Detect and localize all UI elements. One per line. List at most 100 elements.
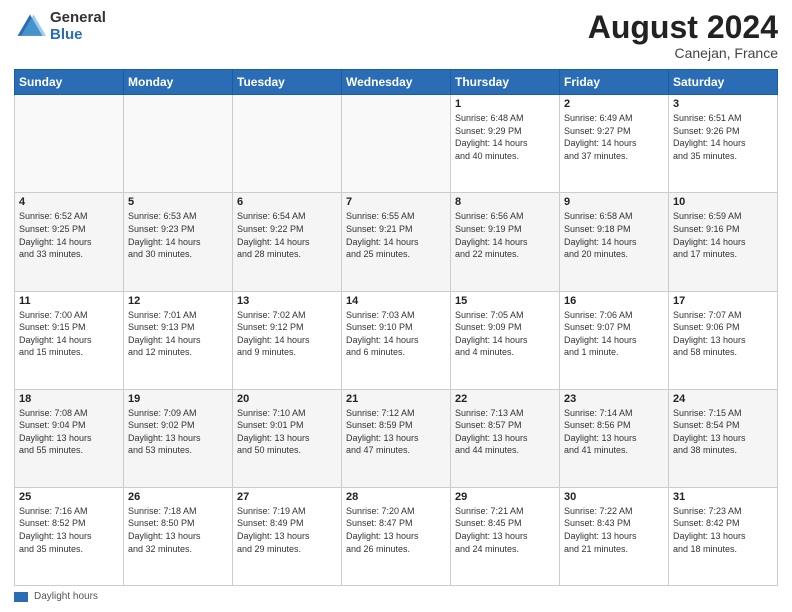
day-num-2-4: 15 [455,295,555,307]
day-info-3-6: Sunrise: 7:15 AM Sunset: 8:54 PM Dayligh… [673,407,773,457]
day-num-2-0: 11 [19,295,119,307]
cell-3-5: 23 Sunrise: 7:14 AM Sunset: 8:56 PM Dayli… [560,389,669,487]
cell-4-3: 28Sunrise: 7:20 AM Sunset: 8:47 PM Dayli… [342,487,451,585]
day-info-2-4: Sunrise: 7:05 AM Sunset: 9:09 PM Dayligh… [455,309,555,359]
logo-general: General [50,10,106,27]
cell-4-6: 31Sunrise: 7:23 AM Sunset: 8:42 PM Dayli… [669,487,778,585]
logo-blue: Blue [50,27,106,44]
day-info-1-6: Sunrise: 6:59 AM Sunset: 9:16 PM Dayligh… [673,210,773,260]
legend: Daylight hours [14,591,778,602]
logo: General Blue [14,10,106,43]
day-num-3-1: 19 [128,393,228,405]
legend-box [14,592,28,602]
day-info-2-3: Sunrise: 7:03 AM Sunset: 9:10 PM Dayligh… [346,309,446,359]
cell-4-0: 25Sunrise: 7:16 AM Sunset: 8:52 PM Dayli… [15,487,124,585]
day-info-3-0: Sunrise: 7:08 AM Sunset: 9:04 PM Dayligh… [19,407,119,457]
cell-3-1: 19 Sunrise: 7:09 AM Sunset: 9:02 PM Dayli… [124,389,233,487]
cell-0-3 [342,95,451,193]
title-block: August 2024 Canejan, France [588,10,778,61]
day-num-2-5: 16 [564,295,664,307]
day-num-4-1: 26 [128,491,228,503]
day-num-2-6: 17 [673,295,773,307]
day-num-1-2: 6 [237,196,337,208]
day-info-2-0: Sunrise: 7:00 AM Sunset: 9:15 PM Dayligh… [19,309,119,359]
cell-3-0: 18 Sunrise: 7:08 AM Sunset: 9:04 PM Dayli… [15,389,124,487]
cell-1-3: 7Sunrise: 6:55 AM Sunset: 9:21 PM Daylig… [342,193,451,291]
day-num-2-3: 14 [346,295,446,307]
day-info-4-3: Sunrise: 7:20 AM Sunset: 8:47 PM Dayligh… [346,505,446,555]
legend-label: Daylight hours [34,591,98,602]
day-num-4-5: 30 [564,491,664,503]
day-num-3-4: 22 [455,393,555,405]
day-info-1-5: Sunrise: 6:58 AM Sunset: 9:18 PM Dayligh… [564,210,664,260]
day-num-1-4: 8 [455,196,555,208]
col-saturday: Saturday [669,70,778,95]
day-info-1-0: Sunrise: 6:52 AM Sunset: 9:25 PM Dayligh… [19,210,119,260]
page: General Blue August 2024 Canejan, France… [0,0,792,612]
day-num-4-4: 29 [455,491,555,503]
week-row-2: 11 Sunrise: 7:00 AM Sunset: 9:15 PM Dayli… [15,291,778,389]
day-info-1-3: Sunrise: 6:55 AM Sunset: 9:21 PM Dayligh… [346,210,446,260]
cell-1-1: 5Sunrise: 6:53 AM Sunset: 9:23 PM Daylig… [124,193,233,291]
day-info-3-2: Sunrise: 7:10 AM Sunset: 9:01 PM Dayligh… [237,407,337,457]
cell-4-1: 26Sunrise: 7:18 AM Sunset: 8:50 PM Dayli… [124,487,233,585]
day-info-3-4: Sunrise: 7:13 AM Sunset: 8:57 PM Dayligh… [455,407,555,457]
title-month: August 2024 [588,10,778,45]
cell-0-6: 3 Sunrise: 6:51 AM Sunset: 9:26 PM Daylig… [669,95,778,193]
day-num-1-5: 9 [564,196,664,208]
cell-2-6: 17 Sunrise: 7:07 AM Sunset: 9:06 PM Dayli… [669,291,778,389]
day-num-0-5: 2 [564,98,664,110]
cell-3-2: 20Sunrise: 7:10 AM Sunset: 9:01 PM Dayli… [233,389,342,487]
day-num-2-1: 12 [128,295,228,307]
week-row-1: 4Sunrise: 6:52 AM Sunset: 9:25 PM Daylig… [15,193,778,291]
day-num-2-2: 13 [237,295,337,307]
cell-2-0: 11 Sunrise: 7:00 AM Sunset: 9:15 PM Dayli… [15,291,124,389]
header-row: Sunday Monday Tuesday Wednesday Thursday… [15,70,778,95]
day-info-0-6: Sunrise: 6:51 AM Sunset: 9:26 PM Dayligh… [673,112,773,162]
cell-3-6: 24 Sunrise: 7:15 AM Sunset: 8:54 PM Dayli… [669,389,778,487]
calendar-table: Sunday Monday Tuesday Wednesday Thursday… [14,69,778,586]
day-info-4-0: Sunrise: 7:16 AM Sunset: 8:52 PM Dayligh… [19,505,119,555]
cell-3-3: 21Sunrise: 7:12 AM Sunset: 8:59 PM Dayli… [342,389,451,487]
cell-3-4: 22 Sunrise: 7:13 AM Sunset: 8:57 PM Dayli… [451,389,560,487]
cell-1-4: 8 Sunrise: 6:56 AM Sunset: 9:19 PM Daylig… [451,193,560,291]
cell-0-4: 1 Sunrise: 6:48 AM Sunset: 9:29 PM Daylig… [451,95,560,193]
week-row-3: 18 Sunrise: 7:08 AM Sunset: 9:04 PM Dayli… [15,389,778,487]
day-info-3-5: Sunrise: 7:14 AM Sunset: 8:56 PM Dayligh… [564,407,664,457]
cell-2-1: 12 Sunrise: 7:01 AM Sunset: 9:13 PM Dayli… [124,291,233,389]
day-info-1-4: Sunrise: 6:56 AM Sunset: 9:19 PM Dayligh… [455,210,555,260]
day-info-0-4: Sunrise: 6:48 AM Sunset: 9:29 PM Dayligh… [455,112,555,162]
day-info-1-1: Sunrise: 6:53 AM Sunset: 9:23 PM Dayligh… [128,210,228,260]
day-info-4-6: Sunrise: 7:23 AM Sunset: 8:42 PM Dayligh… [673,505,773,555]
week-row-4: 25Sunrise: 7:16 AM Sunset: 8:52 PM Dayli… [15,487,778,585]
col-sunday: Sunday [15,70,124,95]
day-num-3-6: 24 [673,393,773,405]
col-monday: Monday [124,70,233,95]
day-num-3-3: 21 [346,393,446,405]
cell-0-2 [233,95,342,193]
cell-0-5: 2Sunrise: 6:49 AM Sunset: 9:27 PM Daylig… [560,95,669,193]
cell-2-2: 13 Sunrise: 7:02 AM Sunset: 9:12 PM Dayli… [233,291,342,389]
cell-0-0 [15,95,124,193]
day-info-2-1: Sunrise: 7:01 AM Sunset: 9:13 PM Dayligh… [128,309,228,359]
day-num-0-4: 1 [455,98,555,110]
day-num-3-5: 23 [564,393,664,405]
day-num-1-6: 10 [673,196,773,208]
cell-1-2: 6 Sunrise: 6:54 AM Sunset: 9:22 PM Daylig… [233,193,342,291]
day-num-3-0: 18 [19,393,119,405]
col-tuesday: Tuesday [233,70,342,95]
header: General Blue August 2024 Canejan, France [14,10,778,61]
cell-0-1 [124,95,233,193]
cell-2-4: 15 Sunrise: 7:05 AM Sunset: 9:09 PM Dayli… [451,291,560,389]
day-info-1-2: Sunrise: 6:54 AM Sunset: 9:22 PM Dayligh… [237,210,337,260]
day-info-2-6: Sunrise: 7:07 AM Sunset: 9:06 PM Dayligh… [673,309,773,359]
cell-4-5: 30 Sunrise: 7:22 AM Sunset: 8:43 PM Dayli… [560,487,669,585]
day-info-4-5: Sunrise: 7:22 AM Sunset: 8:43 PM Dayligh… [564,505,664,555]
day-info-3-1: Sunrise: 7:09 AM Sunset: 9:02 PM Dayligh… [128,407,228,457]
day-info-2-2: Sunrise: 7:02 AM Sunset: 9:12 PM Dayligh… [237,309,337,359]
day-num-0-6: 3 [673,98,773,110]
cell-2-5: 16Sunrise: 7:06 AM Sunset: 9:07 PM Dayli… [560,291,669,389]
cell-4-2: 27Sunrise: 7:19 AM Sunset: 8:49 PM Dayli… [233,487,342,585]
day-num-4-2: 27 [237,491,337,503]
cell-1-5: 9 Sunrise: 6:58 AM Sunset: 9:18 PM Daylig… [560,193,669,291]
